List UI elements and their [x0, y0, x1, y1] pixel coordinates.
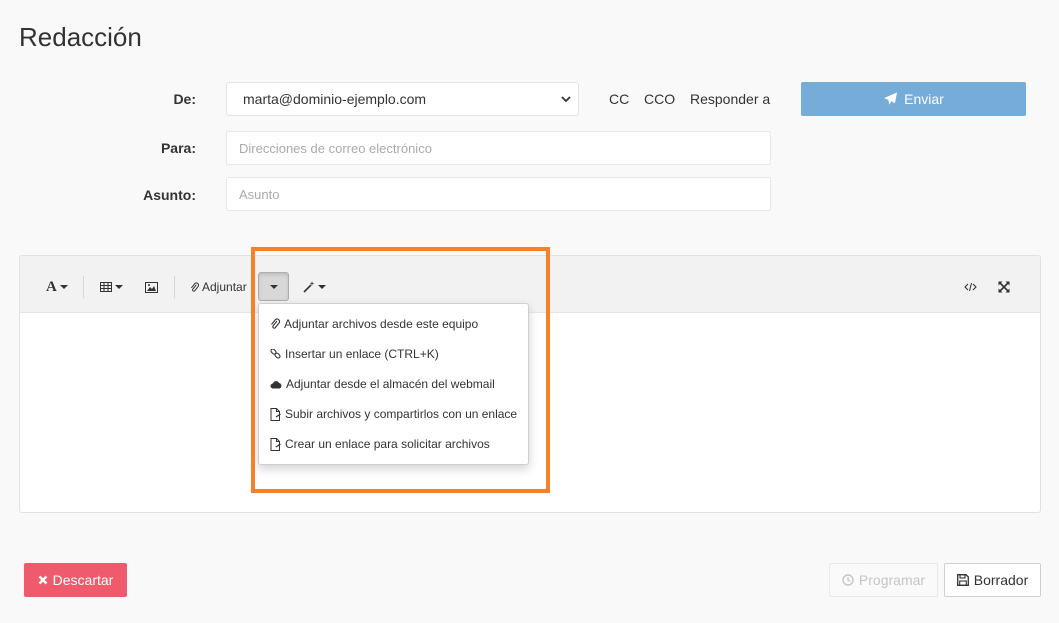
- discard-button[interactable]: Descartar: [24, 563, 127, 597]
- paperclip-icon: [271, 318, 280, 329]
- subject-input-placeholder: Asunto: [239, 187, 280, 202]
- menu-item-upload-and-share[interactable]: Subir archivos y compartirlos con un enl…: [259, 399, 528, 429]
- to-input-placeholder: Direcciones de correo electrónico: [239, 141, 432, 156]
- code-view-icon: [964, 282, 977, 292]
- file-share-icon: [270, 407, 281, 421]
- caret-down-icon: [115, 285, 123, 289]
- toolbar-divider: [174, 276, 175, 298]
- reply-to-link[interactable]: Responder a: [690, 91, 770, 107]
- subject-label: Asunto:: [143, 187, 196, 203]
- from-select[interactable]: marta@dominio-ejemplo.com: [226, 82, 579, 116]
- to-label: Para:: [160, 140, 196, 156]
- cc-link[interactable]: CC: [609, 91, 629, 107]
- caret-down-icon: [59, 285, 68, 289]
- draft-button[interactable]: Borrador: [944, 563, 1041, 597]
- table-button[interactable]: [100, 277, 123, 297]
- attach-button-label: Adjuntar: [202, 280, 247, 294]
- to-input[interactable]: Direcciones de correo electrónico: [226, 131, 771, 165]
- schedule-button[interactable]: Programar: [829, 563, 938, 597]
- font-style-button[interactable]: A: [46, 277, 68, 297]
- chevron-down-icon: [561, 96, 571, 103]
- menu-item-insert-link[interactable]: Insertar un enlace (CTRL+K): [259, 339, 528, 369]
- cloud-icon: [270, 380, 282, 388]
- code-view-button[interactable]: [964, 277, 977, 297]
- toolbar-divider: [83, 276, 84, 298]
- menu-item-label: Adjuntar desde el almacén del webmail: [286, 377, 495, 391]
- magic-wand-icon: [303, 281, 315, 293]
- attach-dropdown-menu: Adjuntar archivos desde este equipo Inse…: [258, 303, 529, 465]
- menu-item-request-files-link[interactable]: Crear un enlace para solicitar archivos: [259, 429, 528, 459]
- image-icon: [145, 281, 158, 293]
- file-request-icon: [270, 437, 281, 451]
- discard-button-label: Descartar: [52, 572, 114, 588]
- fullscreen-icon: [998, 281, 1010, 293]
- subject-input[interactable]: Asunto: [226, 177, 771, 211]
- menu-item-label: Insertar un enlace (CTRL+K): [285, 347, 439, 361]
- editor-toolbar: A Adjuntar: [20, 256, 1040, 313]
- link-icon: [270, 348, 281, 359]
- message-editor[interactable]: A Adjuntar: [19, 255, 1041, 513]
- font-icon: A: [46, 278, 57, 295]
- from-select-value: marta@dominio-ejemplo.com: [243, 91, 427, 107]
- magic-button[interactable]: [303, 277, 326, 297]
- menu-item-attach-from-storage[interactable]: Adjuntar desde el almacén del webmail: [259, 369, 528, 399]
- bcc-link[interactable]: CCO: [644, 91, 675, 107]
- attach-dropdown-toggle[interactable]: [258, 272, 289, 301]
- image-button[interactable]: [145, 277, 158, 297]
- send-button-label: Enviar: [904, 91, 944, 107]
- fullscreen-button[interactable]: [998, 277, 1010, 297]
- draft-button-label: Borrador: [973, 572, 1029, 588]
- close-icon: [38, 575, 48, 585]
- attach-button[interactable]: Adjuntar: [190, 277, 247, 297]
- from-label: De:: [173, 91, 196, 107]
- menu-item-label: Adjuntar archivos desde este equipo: [284, 317, 479, 331]
- paper-plane-icon: [884, 92, 898, 105]
- caret-down-icon: [269, 284, 278, 289]
- floppy-disk-icon: [956, 574, 969, 586]
- page-title: Redacción: [19, 22, 142, 52]
- menu-item-attach-from-computer[interactable]: Adjuntar archivos desde este equipo: [259, 309, 528, 339]
- clock-icon: [842, 574, 854, 586]
- table-icon: [100, 282, 112, 292]
- paperclip-icon: [190, 282, 199, 292]
- caret-down-icon: [318, 285, 326, 289]
- menu-item-label: Crear un enlace para solicitar archivos: [285, 437, 490, 451]
- send-button[interactable]: Enviar: [801, 82, 1026, 116]
- schedule-button-label: Programar: [858, 572, 926, 588]
- menu-item-label: Subir archivos y compartirlos con un enl…: [285, 407, 518, 421]
